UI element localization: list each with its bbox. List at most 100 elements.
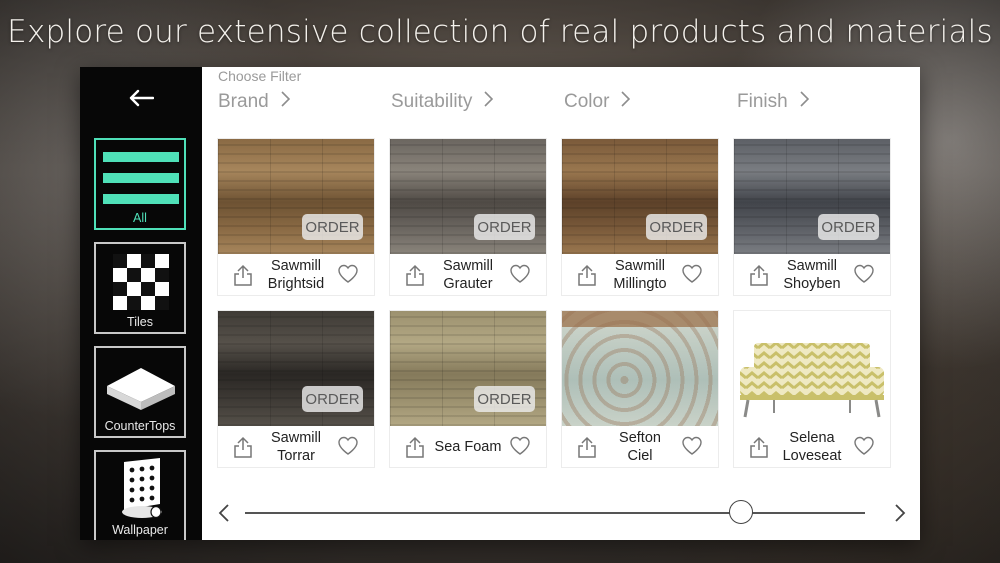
order-button[interactable]: ORDER <box>302 214 363 240</box>
heart-icon[interactable] <box>337 436 359 456</box>
heart-icon[interactable] <box>681 436 703 456</box>
product-name-line2: Torrar <box>277 448 315 464</box>
product-name: Sawmill Torrar <box>254 429 338 465</box>
category-sidebar: All Tiles CounterTops Wallpaper <box>80 67 202 540</box>
card-footer: Sawmill Grauter <box>390 254 546 295</box>
share-icon[interactable] <box>233 264 253 286</box>
arrow-left-icon <box>128 89 155 111</box>
heart-icon[interactable] <box>681 264 703 284</box>
card-footer: Sea Foam <box>390 426 546 467</box>
chevron-right-icon <box>281 91 290 113</box>
card-footer: Selena Loveseat <box>734 426 890 467</box>
product-card[interactable]: Selena Loveseat <box>734 311 890 467</box>
product-card[interactable]: ORDER Sawmill Torrar <box>218 311 374 467</box>
share-icon[interactable] <box>577 436 597 458</box>
app-window: All Tiles CounterTops Wallpaper Choose F… <box>80 67 920 540</box>
product-name-line1: Sawmill <box>271 258 321 274</box>
wallpaper-roll-icon <box>116 458 168 524</box>
order-button[interactable]: ORDER <box>474 214 535 240</box>
product-card[interactable]: ORDER Sawmill Grauter <box>390 139 546 295</box>
product-name-line1: Selena <box>789 430 835 446</box>
product-name-line2: Ciel <box>627 448 653 464</box>
product-name: Selena Loveseat <box>770 429 854 465</box>
filter-label: Brand <box>218 91 269 112</box>
product-name: Sea Foam <box>426 429 510 465</box>
filter-label: Color <box>564 91 610 112</box>
category-label: CounterTops <box>104 419 176 433</box>
category-tiles[interactable]: Tiles <box>94 242 186 334</box>
product-name-line1: Sawmill <box>615 258 665 274</box>
product-name-line2: Loveseat <box>782 448 842 464</box>
category-label: All <box>133 211 147 225</box>
page-slider <box>218 499 906 527</box>
product-name-line1: Sawmill <box>787 258 837 274</box>
category-label: Tiles <box>127 315 153 329</box>
card-footer: Sawmill Brightsid <box>218 254 374 295</box>
product-name: Sefton Ciel <box>598 429 682 465</box>
share-icon[interactable] <box>405 436 425 458</box>
share-icon[interactable] <box>405 264 425 286</box>
checkerboard-icon <box>113 254 169 314</box>
chevron-right-icon <box>800 91 809 113</box>
order-button[interactable]: ORDER <box>646 214 707 240</box>
product-name-line1: Sefton <box>619 430 661 446</box>
product-card[interactable]: Sefton Ciel <box>562 311 718 467</box>
filter-finish[interactable]: Finish <box>737 89 809 115</box>
filter-label: Finish <box>737 91 788 112</box>
product-name-line1: Sawmill <box>443 258 493 274</box>
list-lines-icon <box>103 152 179 208</box>
share-icon[interactable] <box>749 264 769 286</box>
filter-caption: Choose Filter <box>218 68 302 84</box>
filter-brand[interactable]: Brand <box>218 89 290 115</box>
product-name-line2: Grauter <box>443 276 493 292</box>
order-button[interactable]: ORDER <box>302 386 363 412</box>
share-icon[interactable] <box>233 436 253 458</box>
product-card[interactable]: ORDER Sawmill Brightsid <box>218 139 374 295</box>
order-button[interactable]: ORDER <box>474 386 535 412</box>
slab-icon <box>105 366 177 416</box>
slider-thumb[interactable] <box>729 500 753 524</box>
product-card[interactable]: ORDER Sawmill Shoyben <box>734 139 890 295</box>
category-all[interactable]: All <box>94 138 186 230</box>
chevron-right-icon <box>621 91 631 113</box>
filter-suitability[interactable]: Suitability <box>391 89 494 115</box>
filter-bar: Choose Filter Brand Suitability Color Fi… <box>218 67 918 127</box>
card-footer: Sefton Ciel <box>562 426 718 467</box>
category-countertops[interactable]: CounterTops <box>94 346 186 438</box>
product-name-line2: Millingto <box>613 276 667 292</box>
card-footer: Sawmill Shoyben <box>734 254 890 295</box>
heart-icon[interactable] <box>853 436 875 456</box>
chevron-right-icon[interactable] <box>894 503 908 523</box>
slider-track[interactable] <box>245 512 865 514</box>
product-card[interactable]: ORDER Sea Foam <box>390 311 546 467</box>
product-name: Sawmill Brightsid <box>254 257 338 293</box>
product-name: Sawmill Grauter <box>426 257 510 293</box>
filter-label: Suitability <box>391 91 473 112</box>
product-name-line2: Shoyben <box>783 276 841 292</box>
heart-icon[interactable] <box>509 264 531 284</box>
share-icon[interactable] <box>749 436 769 458</box>
promo-headline: Explore our extensive collection of real… <box>7 14 993 50</box>
card-footer: Sawmill Torrar <box>218 426 374 467</box>
product-card[interactable]: ORDER Sawmill Millingto <box>562 139 718 295</box>
back-button[interactable] <box>113 85 169 115</box>
product-image[interactable] <box>562 311 718 426</box>
product-name-line2: Brightsid <box>267 276 325 292</box>
product-name-line1: Sea Foam <box>434 439 502 455</box>
card-footer: Sawmill Millingto <box>562 254 718 295</box>
share-icon[interactable] <box>577 264 597 286</box>
chevron-right-icon <box>484 91 494 113</box>
chevron-left-icon[interactable] <box>218 503 232 523</box>
product-grid: ORDER Sawmill Brightsid ORDER Sawmill Grauter… <box>218 139 898 469</box>
category-label: Wallpaper <box>112 523 168 537</box>
category-wallpaper[interactable]: Wallpaper <box>94 450 186 540</box>
product-name-line1: Sawmill <box>271 430 321 446</box>
product-image[interactable] <box>734 311 890 426</box>
heart-icon[interactable] <box>509 436 531 456</box>
heart-icon[interactable] <box>853 264 875 284</box>
heart-icon[interactable] <box>337 264 359 284</box>
product-name: Sawmill Shoyben <box>770 257 854 293</box>
order-button[interactable]: ORDER <box>818 214 879 240</box>
product-name: Sawmill Millingto <box>598 257 682 293</box>
filter-color[interactable]: Color <box>564 89 631 115</box>
